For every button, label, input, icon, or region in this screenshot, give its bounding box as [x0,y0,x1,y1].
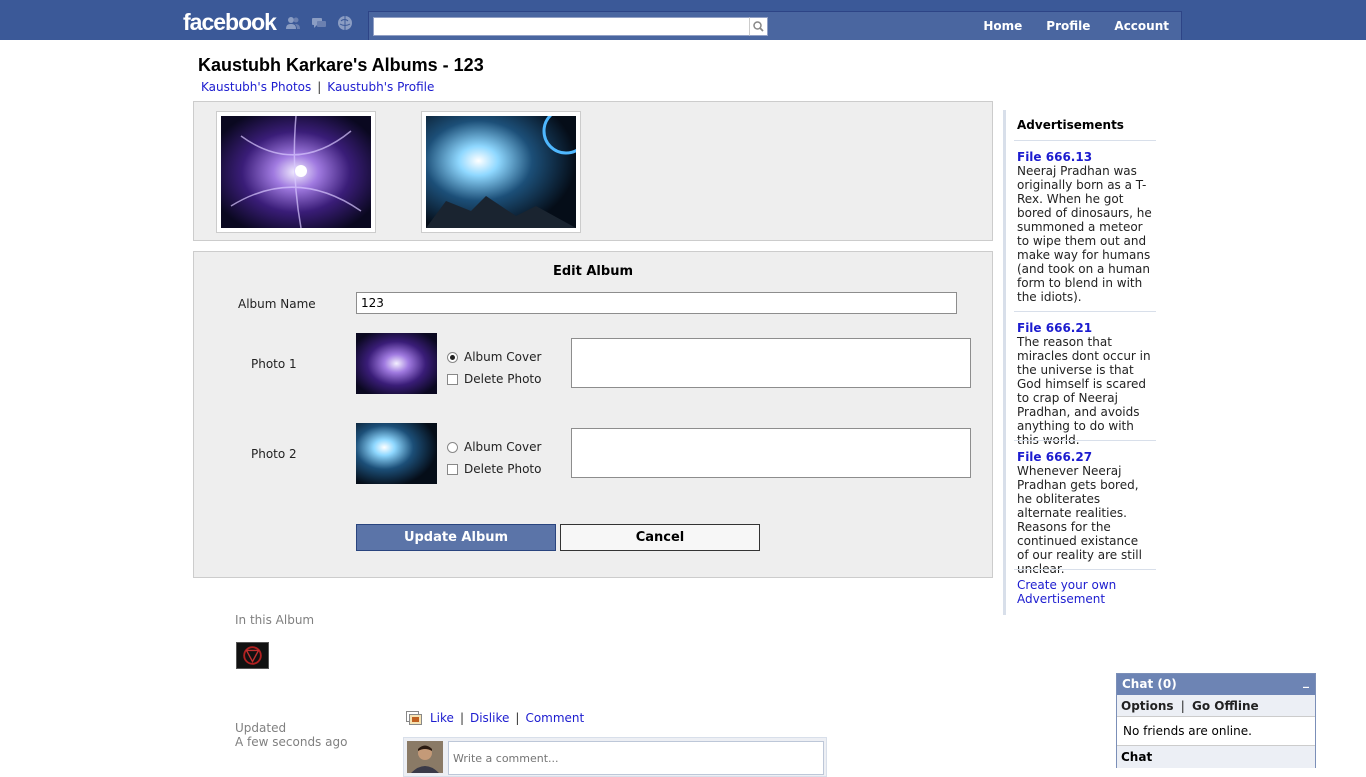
photo-1-cover-label: Album Cover [464,350,542,364]
chat-options-link[interactable]: Options [1121,699,1174,713]
comment-input[interactable] [448,741,824,775]
messages-icon[interactable] [311,15,327,31]
edit-album-title: Edit Album [552,264,633,279]
edit-album-form: Edit Album Album Name Photo 1 Album Cove… [193,251,993,578]
user-avatar [407,741,443,773]
divider [1014,311,1156,312]
ad-title[interactable]: File 666.21 [1017,321,1152,335]
updated-info: Updated A few seconds ago [235,721,347,749]
album-name-label: Album Name [238,297,316,311]
top-nav: Home Profile Account [971,12,1181,40]
nav-home[interactable]: Home [971,12,1034,40]
photo-2-thumbnail [356,423,437,484]
search-input[interactable] [373,17,751,36]
chat-options-separator: | [1180,699,1185,713]
chat-empty-message: No friends are online. [1117,717,1315,746]
divider [1014,440,1156,441]
photo-1-delete-option[interactable]: Delete Photo [447,372,541,386]
cancel-button[interactable]: Cancel [560,524,760,551]
album-name-input[interactable] [356,292,957,314]
divider [1014,140,1156,141]
ad-title[interactable]: File 666.13 [1017,150,1152,164]
update-album-button[interactable]: Update Album [356,524,556,551]
photo-2-delete-label: Delete Photo [464,462,542,476]
photo-2-cover-label: Album Cover [464,440,542,454]
facebook-logo[interactable]: facebook [183,9,277,36]
photos-link[interactable]: Kaustubh's Photos [201,80,311,94]
in-this-album-label: In this Album [235,613,315,627]
ad-item[interactable]: File 666.21 The reason that miracles don… [1017,321,1152,447]
create-ad-link[interactable]: Create your own Advertisement [1017,578,1147,606]
top-bar: facebook Home Profile Account [0,0,1366,40]
photo-1-thumbnail [356,333,437,394]
notifications-icon[interactable] [337,15,353,31]
photo-1-delete-checkbox[interactable] [447,373,458,385]
like-link[interactable]: Like [430,711,454,725]
page-title: Kaustubh Karkare's Albums - 123 [198,55,484,75]
photo-1-label: Photo 1 [251,357,297,371]
ad-body: The reason that miracles dont occur in t… [1017,335,1151,447]
chat-footer-tab[interactable]: Chat [1117,746,1315,768]
search-icon [753,21,764,32]
chat-options-bar: Options | Go Offline [1117,695,1315,717]
ad-body: Neeraj Pradhan was originally born as a … [1017,164,1152,304]
album-photos [193,101,993,241]
album-photo-1[interactable] [216,111,376,233]
breadcrumb-separator: | [317,80,322,94]
photo-2-caption-input[interactable] [571,428,971,478]
ad-body: Whenever Neeraj Pradhan gets bored, he o… [1017,464,1142,576]
photo-2-label: Photo 2 [251,447,297,461]
profile-link[interactable]: Kaustubh's Profile [327,80,434,94]
divider [1014,569,1156,570]
chat-panel: Chat (0) _ Options | Go Offline No frien… [1116,673,1316,768]
photo-2-image [426,116,576,228]
ad-item[interactable]: File 666.13 Neeraj Pradhan was originall… [1017,150,1152,304]
comment-box [403,737,827,777]
breadcrumb: Kaustubh's Photos | Kaustubh's Profile [201,80,434,94]
feedback-actions: Like | Dislike | Comment [406,711,584,725]
search-button[interactable] [749,17,768,36]
photo-1-caption-input[interactable] [571,338,971,388]
search-bar: Home Profile Account [368,11,1182,40]
nav-profile[interactable]: Profile [1034,12,1102,40]
photo-1-cover-option[interactable]: Album Cover [447,350,541,364]
chat-title: Chat (0) [1122,677,1177,691]
ad-title[interactable]: File 666.27 [1017,450,1152,464]
tagged-user-avatar[interactable] [236,642,269,669]
photo-2-cover-option[interactable]: Album Cover [447,440,541,454]
photo-2-cover-radio[interactable] [447,441,458,453]
photo-1-cover-radio[interactable] [447,351,458,363]
photo-2-delete-option[interactable]: Delete Photo [447,462,541,476]
album-photo-2[interactable] [421,111,581,233]
comment-link[interactable]: Comment [525,711,584,725]
updated-label: Updated [235,721,287,735]
dislike-link[interactable]: Dislike [470,711,509,725]
photo-1-delete-label: Delete Photo [464,372,542,386]
ad-item[interactable]: File 666.27 Whenever Neeraj Pradhan gets… [1017,450,1152,576]
updated-time: A few seconds ago [235,735,348,749]
ads-title: Advertisements [1017,118,1124,132]
photo-2-delete-checkbox[interactable] [447,463,458,475]
chat-header[interactable]: Chat (0) _ [1117,674,1315,695]
nav-account[interactable]: Account [1102,12,1181,40]
photo-album-icon [406,711,422,725]
go-offline-link[interactable]: Go Offline [1192,699,1259,713]
ads-column: Advertisements File 666.13 Neeraj Pradha… [1003,110,1156,615]
minimize-icon[interactable]: _ [1303,674,1309,688]
photo-1-image [221,116,371,228]
friends-icon[interactable] [285,15,301,31]
